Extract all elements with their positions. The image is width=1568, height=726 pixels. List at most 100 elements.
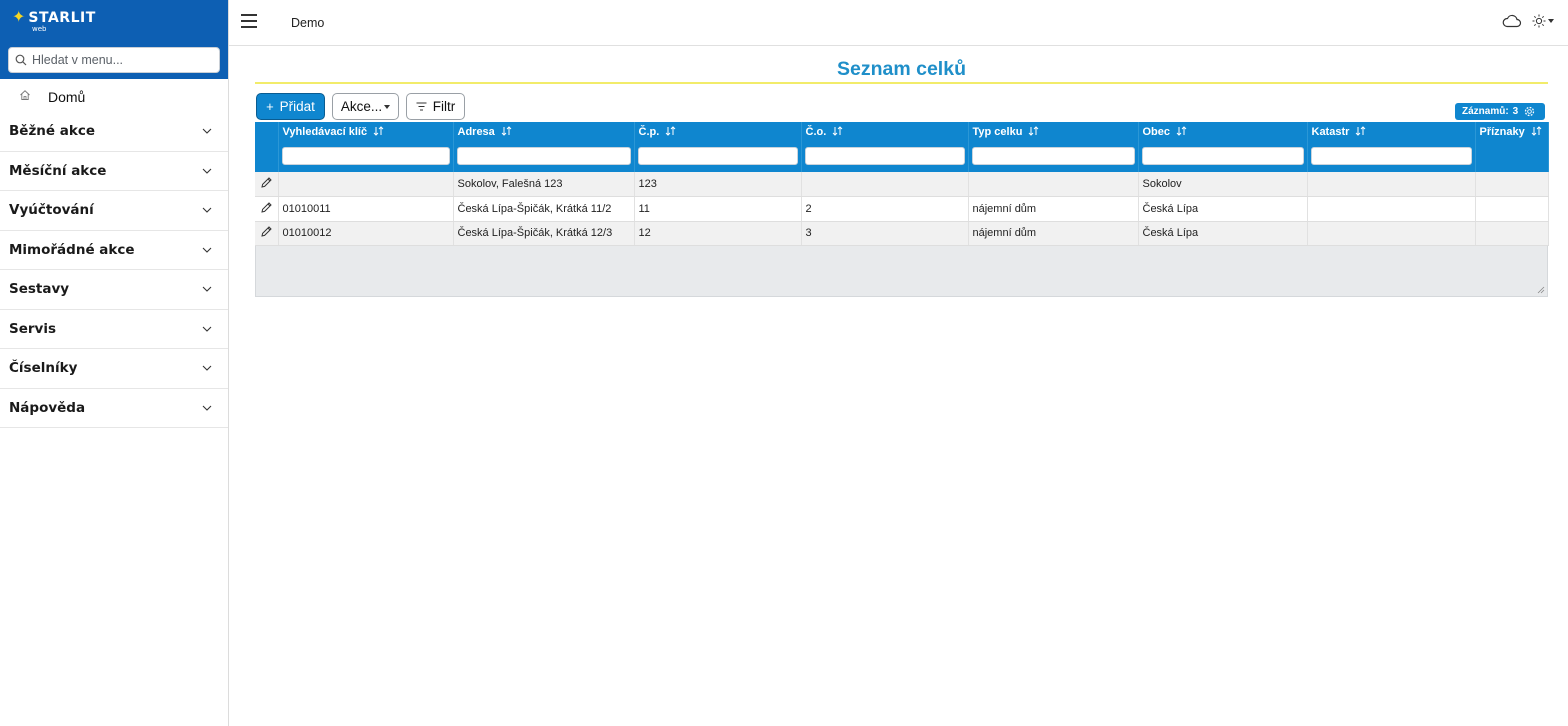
table-cell: 123 bbox=[634, 172, 802, 197]
filter-input-address[interactable] bbox=[456, 147, 631, 166]
filter-input-unit-type[interactable] bbox=[971, 147, 1135, 166]
filter-cell bbox=[968, 145, 1139, 172]
filter-cell bbox=[1138, 145, 1308, 172]
table-row[interactable]: 01010011 Česká Lípa-Špičák, Krátká 11/2 … bbox=[255, 196, 1549, 222]
table-row[interactable]: 01010012 Česká Lípa-Špičák, Krátká 12/3 … bbox=[255, 221, 1549, 246]
pencil-icon[interactable] bbox=[260, 201, 273, 214]
chevron-down-icon bbox=[202, 168, 212, 174]
actions-dropdown[interactable]: Akce... bbox=[332, 93, 399, 120]
filter-input-co[interactable] bbox=[804, 147, 965, 166]
filter-cell bbox=[453, 145, 635, 172]
sort-icon[interactable] bbox=[373, 126, 384, 136]
table-filter-row bbox=[255, 145, 1549, 172]
sort-icon[interactable] bbox=[1355, 126, 1366, 136]
column-header-label: Typ celku bbox=[972, 126, 1023, 138]
filter-button-label: Filtr bbox=[432, 99, 456, 114]
chevron-down-icon bbox=[202, 286, 212, 293]
filter-input-municipality[interactable] bbox=[1141, 147, 1304, 166]
sort-icon[interactable] bbox=[1531, 126, 1542, 136]
sidebar-item-vyuctovani[interactable]: Vyúčtování bbox=[0, 191, 228, 231]
filter-button[interactable]: Filtr bbox=[406, 93, 465, 120]
sidebar-item-servis[interactable]: Servis bbox=[0, 310, 228, 349]
sidebar-item-label: Servis bbox=[9, 320, 56, 337]
table-cell: 01010012 bbox=[278, 221, 454, 246]
table-cell bbox=[1307, 196, 1476, 222]
chevron-down-icon bbox=[202, 326, 212, 332]
pencil-icon[interactable] bbox=[260, 225, 273, 238]
filter-input-search-key[interactable] bbox=[281, 147, 450, 166]
pencil-icon[interactable] bbox=[260, 176, 273, 189]
sidebar-item-label: Sestavy bbox=[9, 281, 70, 298]
column-header-unit-type[interactable]: Typ celku bbox=[968, 122, 1139, 145]
caret-down-icon bbox=[384, 104, 391, 109]
table-cell: Česká Lípa bbox=[1138, 221, 1308, 246]
filter-input-cp[interactable] bbox=[637, 147, 798, 166]
title-divider bbox=[255, 82, 1548, 84]
column-header-label: Vyhledávací klíč bbox=[282, 126, 368, 138]
column-header-flags[interactable]: Příznaky bbox=[1475, 122, 1549, 145]
column-header-municipality[interactable]: Obec bbox=[1138, 122, 1308, 145]
table-cell bbox=[801, 172, 969, 197]
column-header-cadastre[interactable]: Katastr bbox=[1307, 122, 1476, 145]
brand-name: STARLIT bbox=[28, 10, 96, 26]
chevron-down-icon bbox=[202, 128, 212, 135]
table-cell: Sokolov, Falešná 123 bbox=[453, 172, 635, 197]
caret-down-icon bbox=[1548, 19, 1554, 23]
sidebar-item-label: Číselníky bbox=[9, 360, 78, 377]
filter-cell bbox=[634, 145, 802, 172]
sort-icon[interactable] bbox=[501, 126, 512, 136]
gear-icon[interactable] bbox=[1524, 106, 1535, 117]
theme-toggle[interactable] bbox=[1532, 14, 1554, 28]
sun-icon bbox=[1532, 14, 1546, 28]
table-cell bbox=[278, 172, 454, 197]
sort-icon[interactable] bbox=[665, 126, 676, 136]
sidebar-menu: Běžné akce Měsíční akce Vyúčtování Mimoř… bbox=[0, 112, 228, 428]
filter-cell-empty bbox=[1475, 145, 1549, 172]
table-cell: 2 bbox=[801, 196, 969, 222]
table-cell: Česká Lípa bbox=[1138, 196, 1308, 222]
sort-icon[interactable] bbox=[1176, 126, 1187, 136]
column-header-co[interactable]: Č.o. bbox=[801, 122, 969, 145]
filter-input-cadastre[interactable] bbox=[1310, 147, 1472, 166]
sidebar-item-bezne-akce[interactable]: Běžné akce bbox=[0, 112, 228, 152]
table-cell: 3 bbox=[801, 221, 969, 246]
sidebar-item-napoveda[interactable]: Nápověda bbox=[0, 389, 228, 428]
edit-cell bbox=[255, 221, 279, 246]
sort-icon[interactable] bbox=[832, 126, 843, 136]
search-icon bbox=[15, 54, 27, 66]
table-header-row: Vyhledávací klíč Adresa Č.p. Č.o. Typ ce… bbox=[255, 122, 1549, 145]
chevron-down-icon bbox=[202, 365, 212, 372]
table-row[interactable]: Sokolov, Falešná 123 123 Sokolov bbox=[255, 172, 1549, 197]
sidebar-item-label: Vyúčtování bbox=[9, 202, 94, 219]
edit-cell bbox=[255, 196, 279, 222]
sidebar-item-ciselniky[interactable]: Číselníky bbox=[0, 349, 228, 389]
cloud-icon[interactable] bbox=[1502, 14, 1522, 28]
add-button[interactable]: + Přidat bbox=[256, 93, 325, 120]
filter-cell-empty bbox=[255, 145, 279, 172]
star-icon: ✦ bbox=[12, 9, 26, 26]
filter-icon bbox=[416, 102, 427, 111]
sidebar-item-label: Domů bbox=[48, 89, 86, 105]
resize-handle-icon[interactable] bbox=[1537, 286, 1545, 294]
table-cell: nájemní dům bbox=[968, 196, 1139, 222]
edit-cell bbox=[255, 172, 279, 197]
starlit-logo[interactable]: ✦ STARLIT bbox=[12, 9, 96, 27]
sort-icon[interactable] bbox=[1028, 126, 1039, 136]
sidebar: ✦ STARLIT web Domů Běžné akce Měsíční ak… bbox=[0, 0, 229, 726]
sidebar-item-sestavy[interactable]: Sestavy bbox=[0, 270, 228, 310]
table-cell bbox=[1307, 221, 1476, 246]
column-header-cp[interactable]: Č.p. bbox=[634, 122, 802, 145]
menu-search-input[interactable] bbox=[32, 53, 212, 67]
column-header-address[interactable]: Adresa bbox=[453, 122, 635, 145]
menu-search[interactable] bbox=[8, 47, 220, 73]
menu-toggle-icon[interactable] bbox=[241, 14, 257, 28]
add-button-label: Přidat bbox=[279, 99, 315, 114]
records-count: 3 bbox=[1512, 106, 1519, 117]
records-count-badge: Záznamů: 3 bbox=[1455, 103, 1545, 120]
sidebar-item-home[interactable]: Domů bbox=[0, 82, 228, 110]
sidebar-item-mesicni-akce[interactable]: Měsíční akce bbox=[0, 152, 228, 191]
sidebar-item-mimoradne-akce[interactable]: Mimořádné akce bbox=[0, 231, 228, 270]
sidebar-item-label: Nápověda bbox=[9, 399, 86, 416]
page-title: Seznam celků bbox=[837, 58, 966, 80]
column-header-search-key[interactable]: Vyhledávací klíč bbox=[278, 122, 454, 145]
